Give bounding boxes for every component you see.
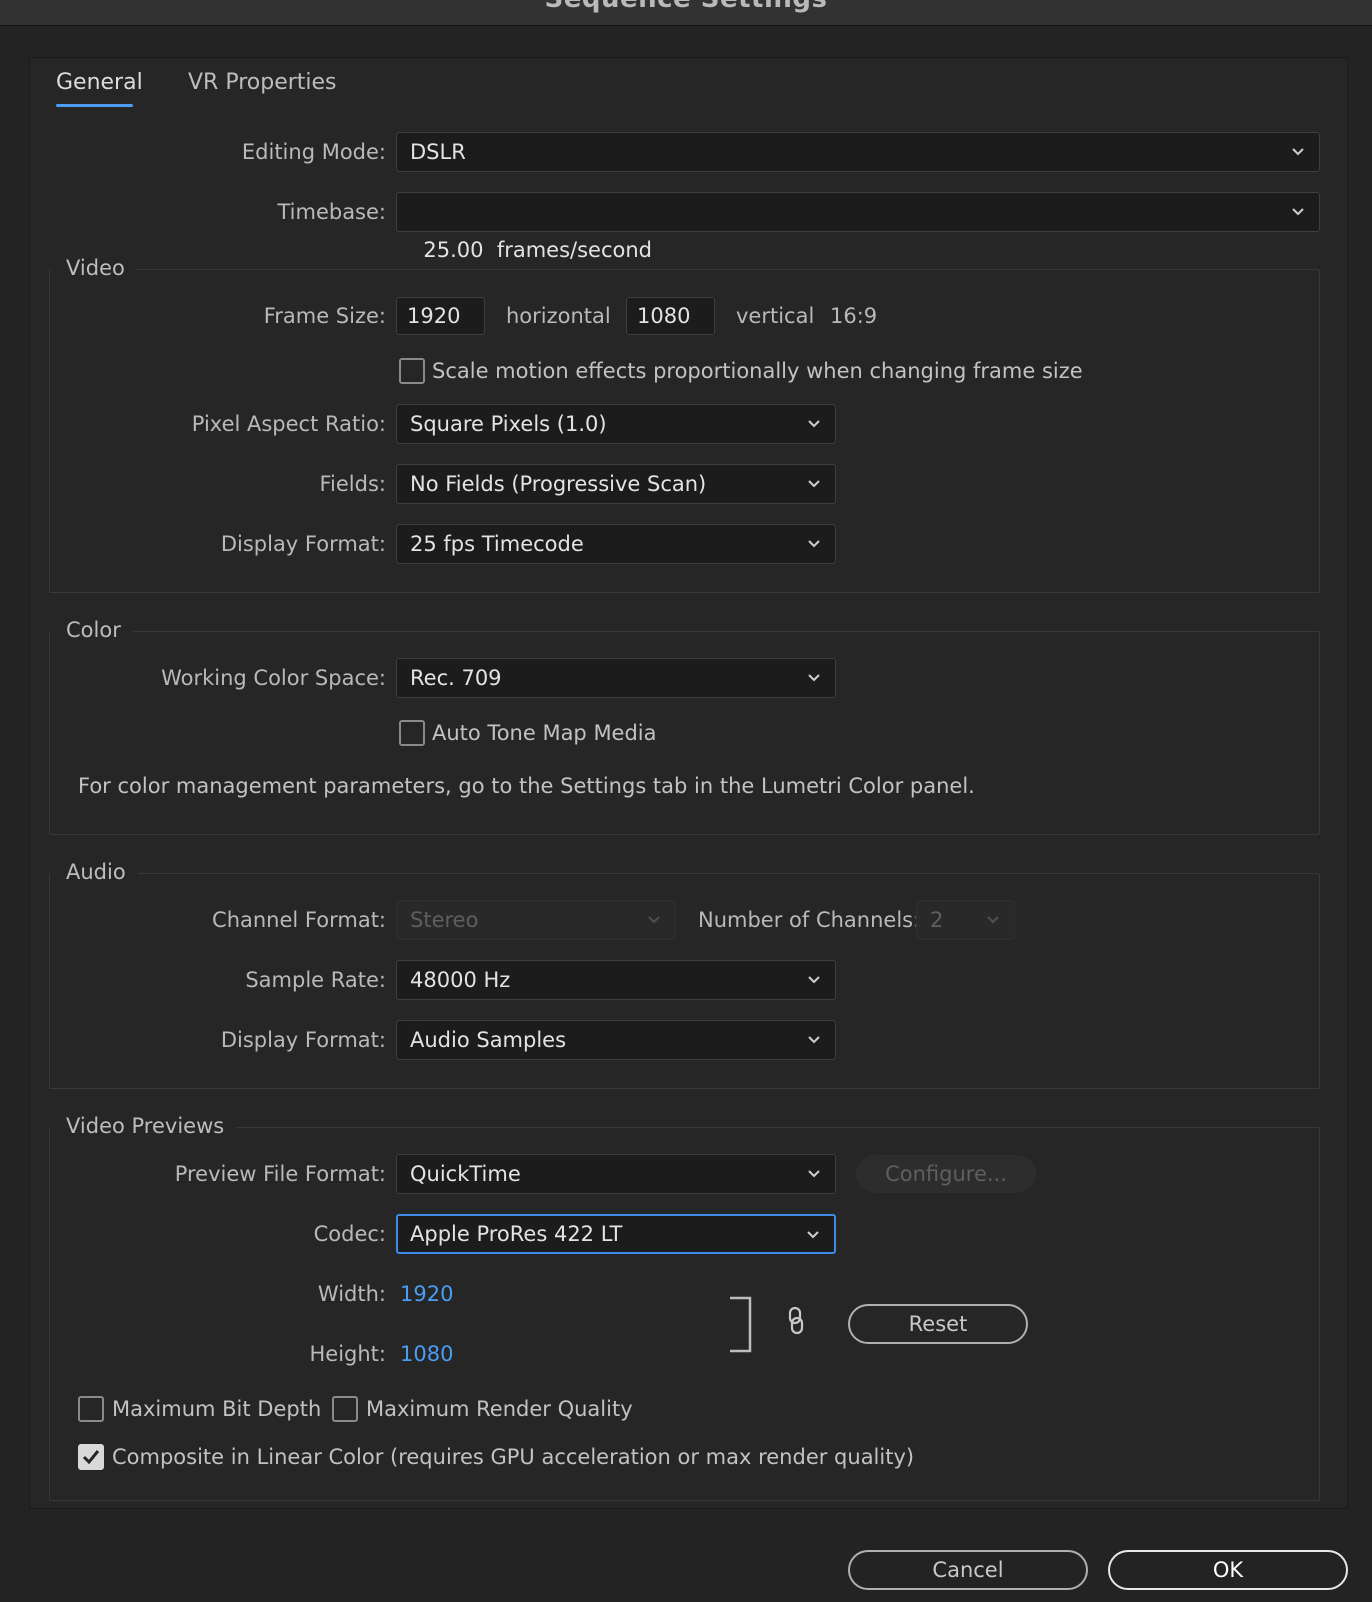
tab-general[interactable]: General: [56, 70, 143, 95]
chevron-down-icon: [808, 480, 820, 488]
composite-linear-label: Composite in Linear Color (requires GPU …: [112, 1445, 915, 1469]
pixel-aspect-value: Square Pixels (1.0): [410, 412, 607, 436]
timebase-dropdown[interactable]: 25.00 frames/second: [396, 192, 1320, 262]
chevron-down-icon: [987, 916, 999, 924]
height-value[interactable]: 1080: [400, 1334, 453, 1374]
horizontal-label: horizontal: [506, 304, 611, 328]
fields-label: Fields:: [319, 472, 387, 496]
working-color-space-value: Rec. 709: [410, 666, 502, 690]
fields-value: No Fields (Progressive Scan): [410, 472, 707, 496]
codec-label: Codec:: [313, 1222, 386, 1246]
composite-linear-checkbox[interactable]: [78, 1444, 104, 1470]
ok-button[interactable]: OK: [1108, 1550, 1348, 1590]
scale-motion-label: Scale motion effects proportionally when…: [432, 359, 1083, 383]
audio-display-format-label: Display Format:: [220, 1028, 386, 1052]
timebase-value: 25.00 frames/second: [423, 238, 653, 262]
sample-rate-value: 48000 Hz: [410, 968, 511, 992]
working-color-space-dropdown[interactable]: Rec. 709: [396, 658, 836, 698]
codec-dropdown[interactable]: Apple ProRes 422 LT: [396, 1214, 836, 1254]
number-of-channels-value: 2: [930, 908, 944, 932]
preview-file-format-dropdown[interactable]: QuickTime: [396, 1154, 836, 1194]
channel-format-label: Channel Format:: [212, 908, 386, 932]
video-previews-group-title: Video Previews: [50, 1112, 237, 1140]
vertical-label: vertical: [736, 304, 815, 328]
window-title: Sequence Settings: [0, 0, 1372, 14]
channel-format-dropdown: Stereo: [396, 900, 676, 940]
reset-button[interactable]: Reset: [848, 1304, 1028, 1344]
pixel-aspect-dropdown[interactable]: Square Pixels (1.0): [396, 404, 836, 444]
auto-tone-map-label: Auto Tone Map Media: [432, 721, 657, 745]
number-of-channels-dropdown: 2: [916, 900, 1015, 940]
channel-format-value: Stereo: [410, 908, 479, 932]
configure-button: Configure...: [856, 1155, 1036, 1193]
height-label: Height:: [309, 1342, 387, 1366]
timebase-label: Timebase:: [277, 200, 386, 224]
chevron-down-icon: [808, 1036, 820, 1044]
video-display-format-dropdown[interactable]: 25 fps Timecode: [396, 524, 836, 564]
dimension-bracket-icon: [730, 1296, 752, 1353]
sample-rate-dropdown[interactable]: 48000 Hz: [396, 960, 836, 1000]
tab-vr-properties[interactable]: VR Properties: [188, 70, 337, 95]
link-icon[interactable]: [786, 1306, 806, 1336]
chevron-down-icon: [808, 976, 820, 984]
working-color-space-label: Working Color Space:: [161, 666, 386, 690]
editing-mode-dropdown[interactable]: DSLR: [396, 132, 1320, 172]
audio-display-format-value: Audio Samples: [410, 1028, 567, 1052]
editing-mode-value: DSLR: [410, 140, 466, 164]
max-bit-depth-checkbox[interactable]: [78, 1396, 104, 1422]
sample-rate-label: Sample Rate:: [245, 968, 386, 992]
frame-width-input[interactable]: 1920: [396, 297, 485, 335]
frame-size-label: Frame Size:: [263, 304, 386, 328]
number-of-channels-label: Number of Channels:: [698, 908, 921, 932]
max-render-quality-checkbox[interactable]: [332, 1396, 358, 1422]
color-management-note: For color management parameters, go to t…: [78, 774, 975, 798]
chevron-down-icon: [648, 916, 660, 924]
chevron-down-icon: [808, 674, 820, 682]
chevron-down-icon: [808, 420, 820, 428]
pixel-aspect-label: Pixel Aspect Ratio:: [191, 412, 386, 436]
chevron-down-icon: [807, 1231, 819, 1239]
chevron-down-icon: [808, 1170, 820, 1178]
max-bit-depth-label: Maximum Bit Depth: [112, 1397, 322, 1421]
codec-value: Apple ProRes 422 LT: [410, 1222, 623, 1246]
active-tab-indicator: [56, 104, 133, 107]
cancel-button[interactable]: Cancel: [848, 1550, 1088, 1590]
chevron-down-icon: [808, 540, 820, 548]
width-value[interactable]: 1920: [400, 1274, 453, 1314]
title-bar: Sequence Settings: [0, 0, 1372, 26]
scale-motion-checkbox[interactable]: [399, 358, 425, 384]
audio-group-title: Audio: [50, 858, 138, 886]
auto-tone-map-checkbox[interactable]: [399, 720, 425, 746]
video-group-title: Video: [50, 254, 137, 282]
editing-mode-label: Editing Mode:: [241, 140, 386, 164]
video-display-format-value: 25 fps Timecode: [410, 532, 584, 556]
fields-dropdown[interactable]: No Fields (Progressive Scan): [396, 464, 836, 504]
width-label: Width:: [317, 1282, 386, 1306]
video-display-format-label: Display Format:: [220, 532, 386, 556]
chevron-down-icon: [1292, 148, 1304, 156]
color-group-title: Color: [50, 616, 133, 644]
audio-display-format-dropdown[interactable]: Audio Samples: [396, 1020, 836, 1060]
preview-file-format-value: QuickTime: [410, 1162, 521, 1186]
checkmark-icon: [82, 1450, 100, 1465]
frame-height-input[interactable]: 1080: [626, 297, 715, 335]
max-render-quality-label: Maximum Render Quality: [366, 1397, 633, 1421]
preview-file-format-label: Preview File Format:: [174, 1162, 386, 1186]
chevron-down-icon: [1292, 208, 1304, 216]
aspect-ratio-text: 16:9: [830, 304, 878, 328]
